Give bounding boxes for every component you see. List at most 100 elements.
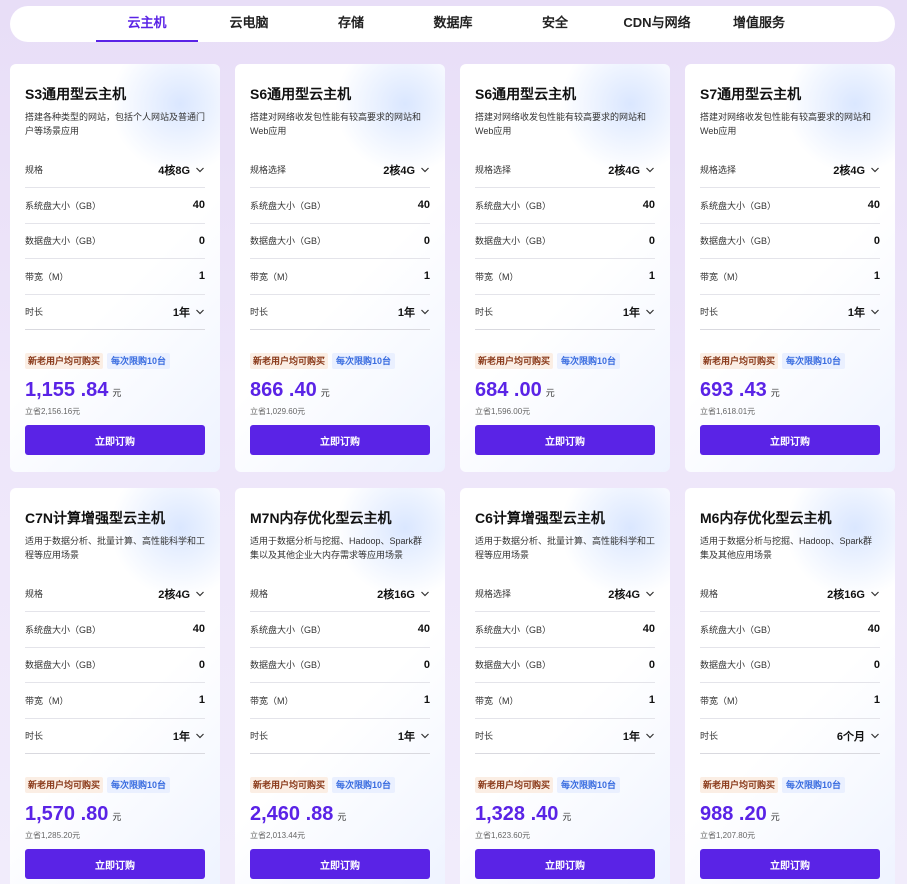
chevron-down-icon[interactable] bbox=[195, 589, 205, 599]
chevron-down-icon[interactable] bbox=[420, 731, 430, 741]
buy-now-button[interactable]: 立即订购 bbox=[25, 425, 205, 455]
chevron-down-icon[interactable] bbox=[420, 165, 430, 175]
spec-selector-row[interactable]: 规格选择 2核4G bbox=[250, 153, 430, 188]
buy-now-button[interactable]: 立即订购 bbox=[475, 849, 655, 879]
all-users-badge: 新老用户均可购买 bbox=[700, 777, 779, 793]
promo-badges: 新老用户均可购买 每次限购10台 bbox=[475, 777, 621, 793]
duration-selector-value[interactable]: 1年 bbox=[173, 304, 205, 320]
duration-selector-value-text: 1年 bbox=[622, 306, 640, 319]
bandwidth-value-text: 1 bbox=[198, 694, 205, 707]
price-amount: 988 .20 bbox=[700, 803, 767, 825]
duration-selector-label: 时长 bbox=[25, 731, 44, 742]
spec-selector-row[interactable]: 规格选择 2核4G bbox=[475, 577, 655, 612]
price-amount: 2,460 .88 bbox=[250, 803, 334, 825]
tab-value-added[interactable]: 增值服务 bbox=[708, 6, 810, 42]
buy-now-button[interactable]: 立即订购 bbox=[700, 849, 880, 879]
spec-selector-value-text: 2核4G bbox=[608, 588, 640, 601]
tab-cdn-network[interactable]: CDN与网络 bbox=[606, 6, 708, 42]
product-title: M7N内存优化型云主机 bbox=[250, 510, 392, 526]
product-card-body: M7N内存优化型云主机 适用于数据分析与挖掘、Hadoop、Spark群集以及其他… bbox=[250, 488, 430, 884]
product-description: 适用于数据分析与挖掘、Hadoop、Spark群集及其他应用场景 bbox=[700, 536, 873, 560]
chevron-down-icon[interactable] bbox=[645, 307, 655, 317]
buy-now-button[interactable]: 立即订购 bbox=[250, 425, 430, 455]
product-card-body: S6通用型云主机 搭建对网络收发包性能有较高要求的网站和Web应用 规格选择 2核4G… bbox=[250, 64, 430, 472]
chevron-down-icon[interactable] bbox=[420, 589, 430, 599]
data-disk-size-value-text: 0 bbox=[423, 658, 430, 671]
product-title: S6通用型云主机 bbox=[250, 86, 352, 102]
tab-cloud-pc[interactable]: 云电脑 bbox=[198, 6, 300, 42]
buy-now-button[interactable]: 立即订购 bbox=[250, 849, 430, 879]
spec-selector-value[interactable]: 2核4G bbox=[608, 162, 655, 178]
duration-selector-row[interactable]: 时长 1年 bbox=[475, 295, 655, 330]
spec-selector-value-text: 2核4G bbox=[833, 164, 865, 177]
duration-selector-value[interactable]: 1年 bbox=[398, 728, 430, 744]
price: 684 .00 元 bbox=[475, 379, 555, 402]
duration-selector-value[interactable]: 1年 bbox=[848, 304, 880, 320]
chevron-down-icon[interactable] bbox=[195, 165, 205, 175]
spec-selector-row[interactable]: 规格 2核16G bbox=[250, 577, 430, 612]
product-card-body: S3通用型云主机 搭建各种类型的网站，包括个人网站及普通门户等场景应用 规格 4核8G… bbox=[25, 64, 205, 472]
savings-text: 立省1,618.01元 bbox=[700, 407, 756, 416]
tab-cloud-host[interactable]: 云主机 bbox=[96, 6, 198, 42]
spec-selector-row[interactable]: 规格 2核4G bbox=[25, 577, 205, 612]
duration-selector-value[interactable]: 1年 bbox=[173, 728, 205, 744]
system-disk-size-value: 40 bbox=[868, 199, 880, 211]
duration-selector-row[interactable]: 时长 1年 bbox=[250, 719, 430, 754]
spec-selector-row[interactable]: 规格选择 2核4G bbox=[700, 153, 880, 188]
chevron-down-icon[interactable] bbox=[870, 165, 880, 175]
promo-badges: 新老用户均可购买 每次限购10台 bbox=[25, 353, 171, 369]
bandwidth-value-text: 1 bbox=[873, 270, 880, 283]
data-disk-size-label: 数据盘大小（GB） bbox=[475, 660, 552, 671]
tab-storage[interactable]: 存储 bbox=[300, 6, 402, 42]
spec-selector-value[interactable]: 4核8G bbox=[158, 162, 205, 178]
all-users-badge: 新老用户均可购买 bbox=[475, 353, 554, 369]
spec-selector-row[interactable]: 规格 4核8G bbox=[25, 153, 205, 188]
spec-selector-value[interactable]: 2核4G bbox=[383, 162, 430, 178]
buy-now-button[interactable]: 立即订购 bbox=[475, 425, 655, 455]
spec-selector-value[interactable]: 2核16G bbox=[377, 586, 430, 602]
spec-selector-value[interactable]: 2核4G bbox=[158, 586, 205, 602]
duration-selector-value[interactable]: 1年 bbox=[623, 304, 655, 320]
all-users-badge: 新老用户均可购买 bbox=[25, 353, 104, 369]
duration-selector-row[interactable]: 时长 1年 bbox=[250, 295, 430, 330]
chevron-down-icon[interactable] bbox=[645, 731, 655, 741]
spec-selector-row[interactable]: 规格选择 2核4G bbox=[475, 153, 655, 188]
duration-selector-row[interactable]: 时长 1年 bbox=[700, 295, 880, 330]
duration-selector-row[interactable]: 时长 1年 bbox=[25, 295, 205, 330]
chevron-down-icon[interactable] bbox=[195, 307, 205, 317]
all-users-badge: 新老用户均可购买 bbox=[250, 353, 329, 369]
price-amount: 1,328 .40 bbox=[475, 803, 559, 825]
spec-selector-value[interactable]: 2核4G bbox=[833, 162, 880, 178]
data-disk-size-label: 数据盘大小（GB） bbox=[700, 236, 777, 247]
duration-selector-value[interactable]: 1年 bbox=[623, 728, 655, 744]
bandwidth-row: 带宽（M） 1 bbox=[475, 683, 655, 719]
buy-now-button[interactable]: 立即订购 bbox=[25, 849, 205, 879]
bandwidth-label: 带宽（M） bbox=[250, 695, 294, 706]
bandwidth-value: 1 bbox=[424, 694, 430, 706]
chevron-down-icon[interactable] bbox=[870, 731, 880, 741]
tab-security[interactable]: 安全 bbox=[504, 6, 606, 42]
buy-now-button[interactable]: 立即订购 bbox=[700, 425, 880, 455]
system-disk-size-row: 系统盘大小（GB） 40 bbox=[25, 612, 205, 648]
spec-selector-value[interactable]: 2核16G bbox=[827, 586, 880, 602]
chevron-down-icon[interactable] bbox=[870, 589, 880, 599]
duration-selector-row[interactable]: 时长 1年 bbox=[25, 719, 205, 754]
chevron-down-icon[interactable] bbox=[420, 307, 430, 317]
duration-selector-value[interactable]: 6个月 bbox=[837, 728, 880, 744]
all-users-badge: 新老用户均可购买 bbox=[700, 353, 779, 369]
chevron-down-icon[interactable] bbox=[645, 589, 655, 599]
tab-database[interactable]: 数据库 bbox=[402, 6, 504, 42]
spec-selector-row[interactable]: 规格 2核16G bbox=[700, 577, 880, 612]
spec-selector-value[interactable]: 2核4G bbox=[608, 586, 655, 602]
chevron-down-icon[interactable] bbox=[195, 731, 205, 741]
duration-selector-value[interactable]: 1年 bbox=[398, 304, 430, 320]
product-card-body: S7通用型云主机 搭建对网络收发包性能有较高要求的网站和Web应用 规格选择 2核4G… bbox=[700, 64, 880, 472]
chevron-down-icon[interactable] bbox=[870, 307, 880, 317]
data-disk-size-label: 数据盘大小（GB） bbox=[25, 660, 102, 671]
system-disk-size-label: 系统盘大小（GB） bbox=[700, 200, 777, 211]
duration-selector-row[interactable]: 时长 6个月 bbox=[700, 719, 880, 754]
duration-selector-row[interactable]: 时长 1年 bbox=[475, 719, 655, 754]
system-disk-size-value: 40 bbox=[643, 623, 655, 635]
all-users-badge: 新老用户均可购买 bbox=[25, 777, 104, 793]
chevron-down-icon[interactable] bbox=[645, 165, 655, 175]
